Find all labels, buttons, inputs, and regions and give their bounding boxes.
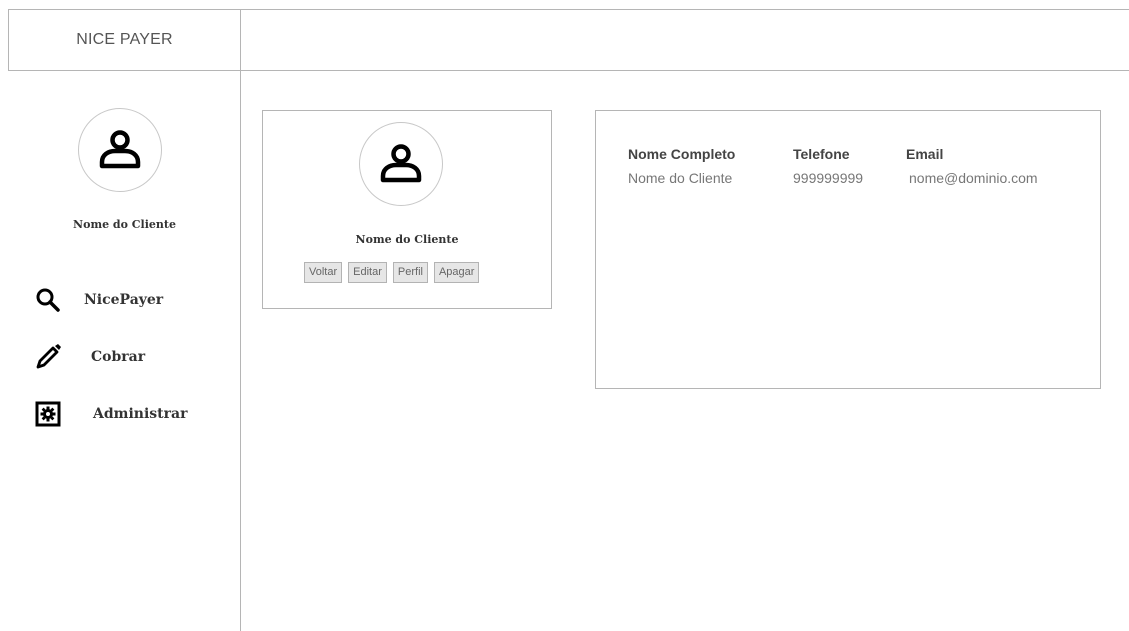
column-header-phone: Telefone (793, 146, 850, 162)
profile-actions: Voltar Editar Perfil Apagar (304, 262, 480, 283)
profile-button[interactable]: Perfil (392, 262, 428, 283)
sidebar-client-name: Nome do Cliente (73, 218, 176, 231)
user-icon (99, 130, 141, 169)
sidebar-item-label: Administrar (93, 406, 188, 422)
column-header-email: Email (906, 146, 944, 162)
sidebar-item-cobrar[interactable]: Cobrar (30, 339, 230, 375)
sidebar-item-administrar[interactable]: Administrar (30, 396, 230, 432)
sidebar-item-label: NicePayer (84, 292, 164, 308)
header-divider (8, 70, 1129, 71)
sidebar-divider (240, 9, 241, 631)
delete-button[interactable]: Apagar (433, 262, 480, 283)
column-header-full-name: Nome Completo (628, 146, 736, 162)
sidebar-item-nicepayer[interactable]: NicePayer (30, 282, 230, 318)
gear-icon (30, 396, 66, 432)
phone-value: 999999999 (793, 170, 864, 186)
sidebar-item-label: Cobrar (91, 349, 146, 365)
user-icon (380, 144, 422, 183)
profile-client-name: Nome do Cliente (355, 233, 459, 246)
brand-logo[interactable]: NICE PAYER (9, 10, 240, 70)
search-icon (30, 282, 66, 318)
edit-button[interactable]: Editar (348, 262, 387, 283)
email-value: nome@dominio.com (909, 170, 1038, 186)
sidebar-avatar (78, 108, 162, 192)
pencil-icon (30, 339, 66, 375)
full-name-value: Nome do Cliente (628, 170, 733, 186)
back-button[interactable]: Voltar (304, 262, 343, 283)
profile-avatar (359, 122, 443, 206)
